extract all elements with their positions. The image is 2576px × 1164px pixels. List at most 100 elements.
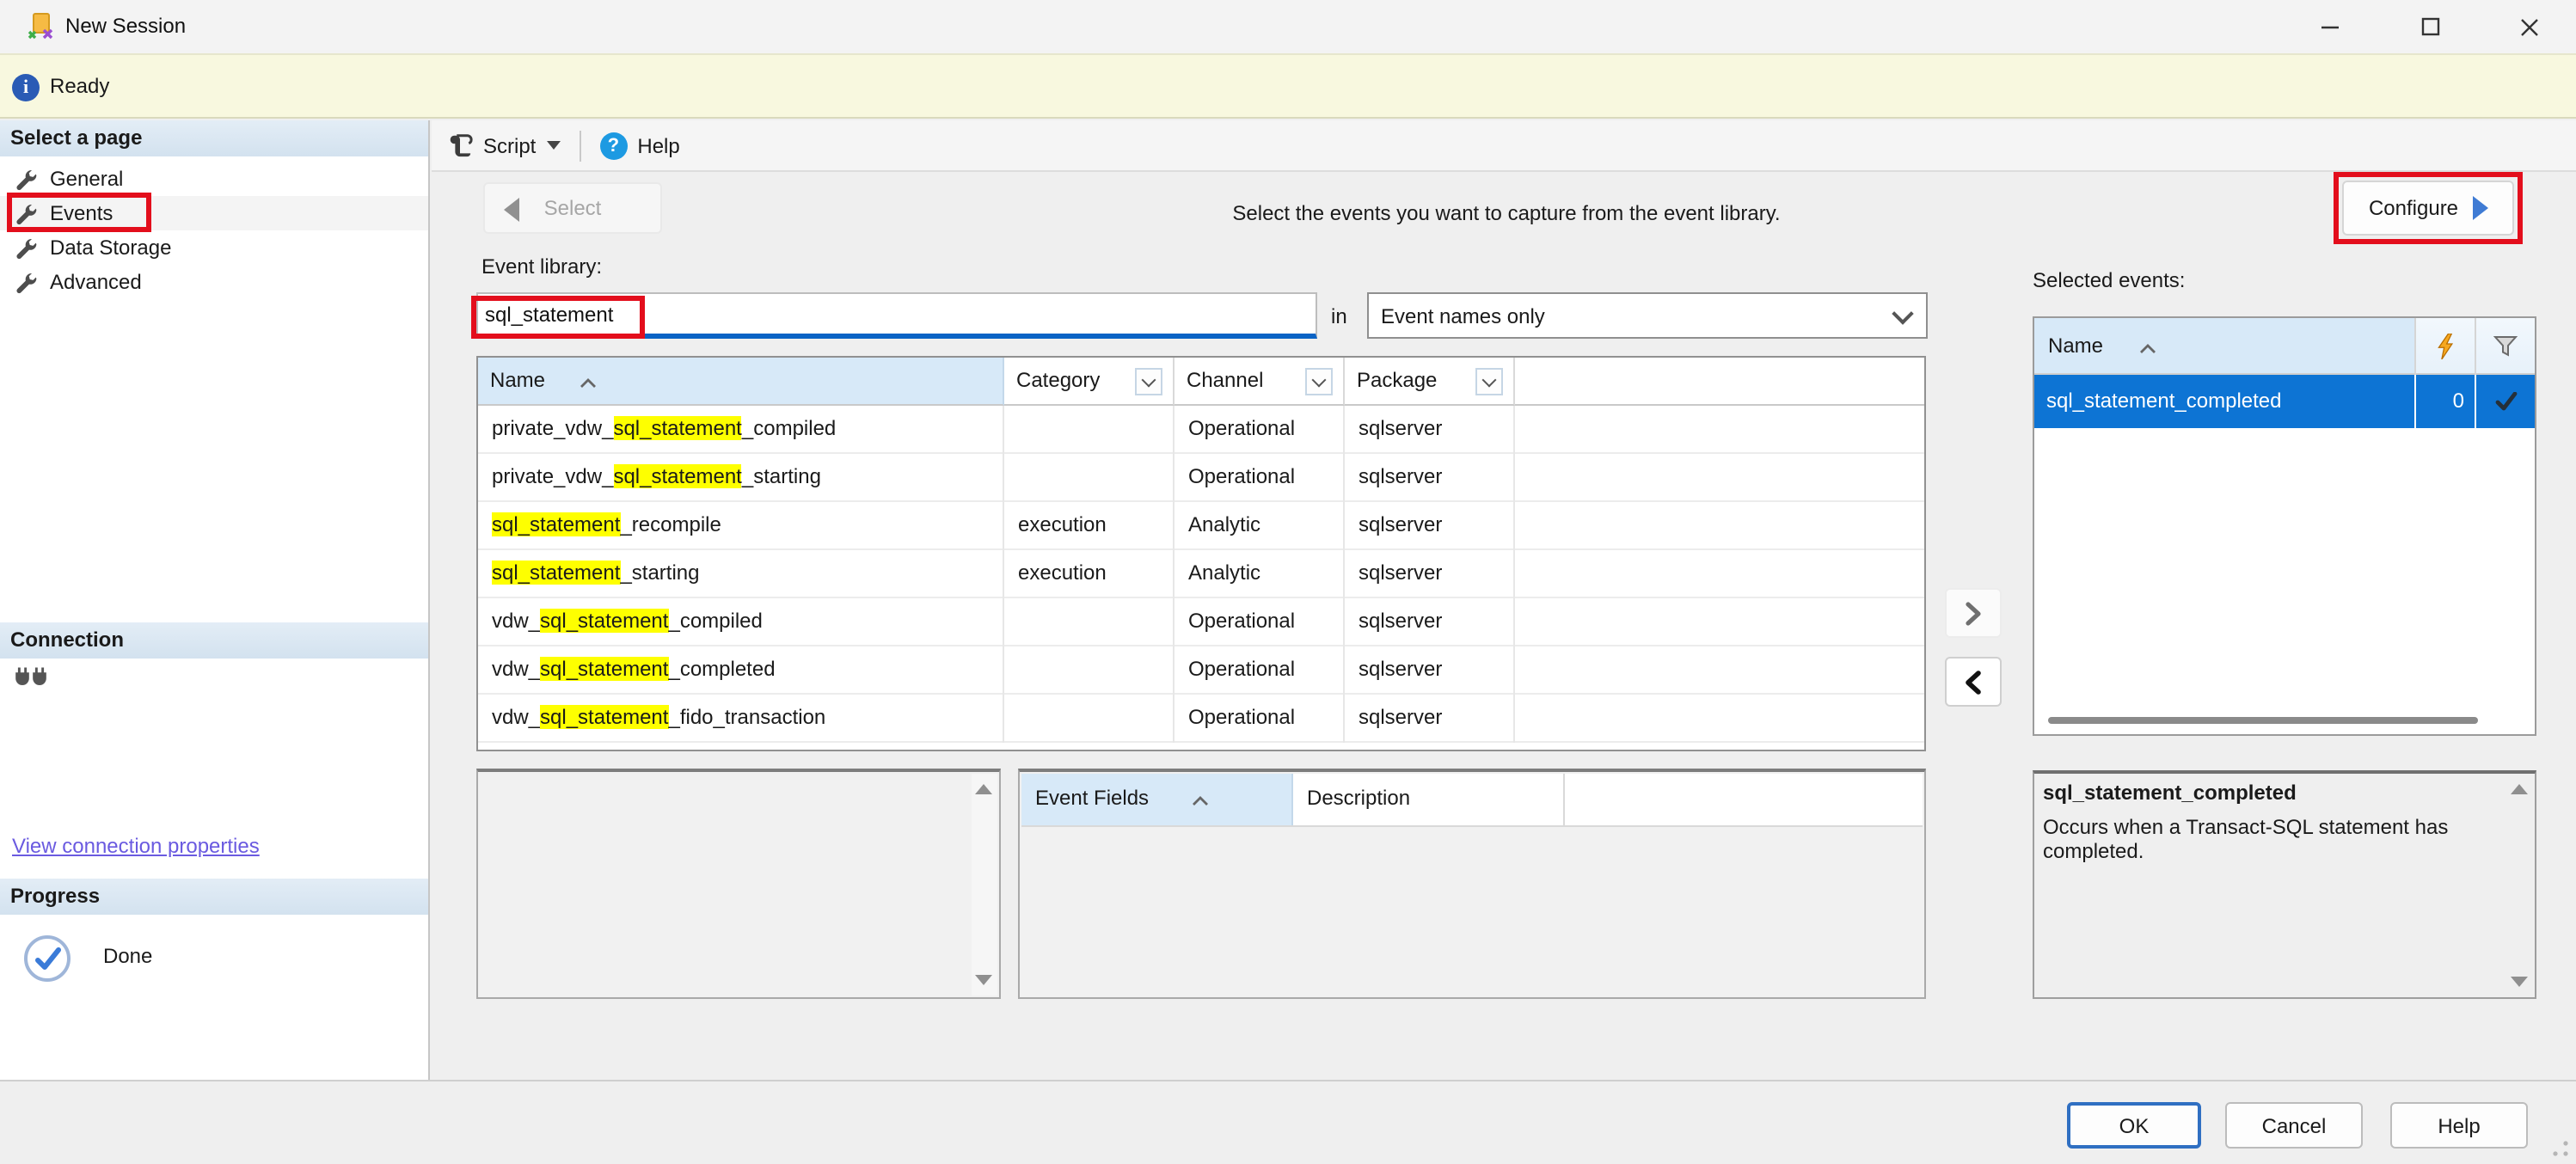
column-header-name[interactable]: Name bbox=[478, 358, 1004, 406]
event-fields-header: Event Fields Description bbox=[1021, 774, 1923, 827]
toolbar-help-button[interactable]: Help bbox=[637, 133, 679, 157]
sidebar: Select a page General Events Data Storag… bbox=[0, 120, 430, 1080]
event-cell: Operational bbox=[1175, 454, 1345, 502]
event-library-row[interactable]: private_vdw_sql_statement_compiledOperat… bbox=[478, 406, 1924, 454]
selected-events-list: Name sql_statement_completed 0 bbox=[2033, 316, 2536, 736]
chevron-left-icon bbox=[1964, 670, 1983, 694]
configure-button[interactable]: Configure bbox=[2342, 181, 2514, 236]
sidebar-item-general[interactable]: General bbox=[0, 162, 428, 196]
event-cell: execution bbox=[1004, 502, 1175, 550]
event-cell bbox=[1004, 454, 1175, 502]
event-cell: sql_statement_recompile bbox=[478, 502, 1004, 550]
event-search-input[interactable] bbox=[476, 292, 1317, 339]
event-cell: Operational bbox=[1175, 406, 1345, 454]
sidebar-item-advanced[interactable]: Advanced bbox=[0, 265, 428, 299]
selected-column-header-actions[interactable] bbox=[2416, 318, 2476, 375]
scroll-down-icon[interactable] bbox=[975, 975, 992, 985]
lightning-icon bbox=[2436, 333, 2455, 358]
event-library-row[interactable]: sql_statement_startingexecutionAnalytics… bbox=[478, 550, 1924, 598]
sidebar-item-label: General bbox=[50, 167, 123, 191]
event-library-row[interactable]: vdw_sql_statement_completedOperationalsq… bbox=[478, 646, 1924, 695]
column-header-description[interactable]: Description bbox=[1293, 774, 1565, 825]
search-match-highlight: sql_statement bbox=[492, 512, 620, 536]
cancel-button[interactable]: Cancel bbox=[2225, 1102, 2363, 1149]
event-cell: vdw_sql_statement_compiled bbox=[478, 598, 1004, 646]
chevron-down-icon bbox=[1892, 302, 1913, 323]
horizontal-scrollbar[interactable] bbox=[2048, 717, 2478, 724]
selected-column-header-filter[interactable] bbox=[2476, 318, 2535, 375]
resize-grip[interactable] bbox=[2552, 1140, 2569, 1157]
event-cell: sqlserver bbox=[1345, 646, 1515, 695]
ok-button[interactable]: OK bbox=[2067, 1102, 2201, 1149]
event-cell: sql_statement_starting bbox=[478, 550, 1004, 598]
event-library-row[interactable]: sql_statement_recompileexecutionAnalytic… bbox=[478, 502, 1924, 550]
chevron-down-icon bbox=[1312, 373, 1327, 388]
event-library-label: Event library: bbox=[481, 254, 602, 279]
event-library-row[interactable]: private_vdw_sql_statement_starting Operat… bbox=[478, 454, 1924, 502]
event-description-text: Occurs when a Transact-SQL statement has… bbox=[2043, 815, 2490, 863]
event-description-title: sql_statement_completed bbox=[2043, 781, 2297, 805]
selected-event-name: sql_statement_completed bbox=[2034, 375, 2416, 428]
event-cell: vdw_sql_statement_completed bbox=[478, 646, 1004, 695]
search-scope-select[interactable]: Event names only bbox=[1367, 292, 1928, 339]
status-text: Ready bbox=[50, 74, 109, 98]
event-fields-panel: Event Fields Description bbox=[1018, 769, 1926, 999]
search-match-highlight: sql_statement bbox=[492, 561, 620, 585]
selected-event-action-count: 0 bbox=[2416, 375, 2476, 428]
sidebar-item-label: Data Storage bbox=[50, 236, 171, 260]
event-cell: sqlserver bbox=[1345, 550, 1515, 598]
selected-column-header-name[interactable]: Name bbox=[2034, 318, 2416, 375]
search-match-highlight: sql_statement bbox=[540, 657, 668, 681]
event-cell: sqlserver bbox=[1345, 695, 1515, 743]
remove-event-button[interactable] bbox=[1945, 657, 2002, 707]
event-cell bbox=[1004, 646, 1175, 695]
event-cell: Operational bbox=[1175, 646, 1345, 695]
search-match-highlight: sql_statement bbox=[540, 705, 668, 729]
event-cell bbox=[1004, 695, 1175, 743]
toolbar-separator bbox=[579, 130, 580, 161]
add-event-button[interactable] bbox=[1945, 588, 2002, 638]
sort-asc-icon bbox=[1190, 775, 1211, 825]
minimize-button[interactable] bbox=[2291, 0, 2370, 53]
chevron-down-icon bbox=[1142, 373, 1156, 388]
event-library-row[interactable]: vdw_sql_statement_compiledOperationalsql… bbox=[478, 598, 1924, 646]
instruction-text: Select the events you want to capture fr… bbox=[1145, 201, 1868, 225]
script-button[interactable]: Script bbox=[483, 133, 536, 157]
footer: OK Cancel Help bbox=[0, 1080, 2576, 1164]
scroll-up-icon[interactable] bbox=[975, 784, 992, 794]
select-step-button[interactable]: Select bbox=[483, 182, 662, 234]
script-dropdown-icon[interactable] bbox=[546, 141, 560, 150]
column-header-event-fields[interactable]: Event Fields bbox=[1021, 774, 1293, 825]
sidebar-item-data-storage[interactable]: Data Storage bbox=[0, 230, 428, 265]
category-filter-button[interactable] bbox=[1135, 368, 1162, 395]
select-a-page-header: Select a page bbox=[0, 120, 428, 156]
help-icon: ? bbox=[599, 132, 627, 159]
event-detail-empty-panel bbox=[476, 769, 1001, 999]
event-cell bbox=[1004, 406, 1175, 454]
close-button[interactable] bbox=[2490, 0, 2569, 53]
sidebar-item-label: Advanced bbox=[50, 270, 142, 294]
select-step-label: Select bbox=[544, 196, 602, 220]
event-library-row[interactable]: vdw_sql_statement_fido_transactionOperat… bbox=[478, 695, 1924, 743]
sidebar-item-events[interactable]: Events bbox=[0, 196, 428, 230]
channel-filter-button[interactable] bbox=[1305, 368, 1333, 395]
window-title: New Session bbox=[65, 14, 186, 38]
toolbar: Script ? Help bbox=[432, 120, 2576, 172]
vertical-scrollbar[interactable] bbox=[972, 774, 997, 996]
connection-header: Connection bbox=[0, 622, 428, 659]
package-filter-button[interactable] bbox=[1475, 368, 1503, 395]
main-panel: Script ? Help Select Select the events y… bbox=[432, 120, 2576, 1080]
event-cell: Operational bbox=[1175, 695, 1345, 743]
help-button[interactable]: Help bbox=[2390, 1102, 2528, 1149]
sort-asc-icon bbox=[578, 359, 598, 406]
maximize-button[interactable] bbox=[2390, 0, 2469, 53]
event-cell: private_vdw_sql_statement_starting bbox=[478, 454, 1004, 502]
event-cell: Analytic bbox=[1175, 550, 1345, 598]
selected-events-label: Selected events: bbox=[2033, 268, 2185, 292]
view-connection-properties-link[interactable]: View connection properties bbox=[12, 834, 260, 858]
scroll-down-icon[interactable] bbox=[2511, 977, 2528, 987]
connection-plug-icon bbox=[14, 667, 48, 698]
progress-status: Done bbox=[103, 944, 152, 968]
search-match-highlight: sql_statement bbox=[613, 464, 741, 488]
scroll-up-icon[interactable] bbox=[2511, 784, 2528, 794]
